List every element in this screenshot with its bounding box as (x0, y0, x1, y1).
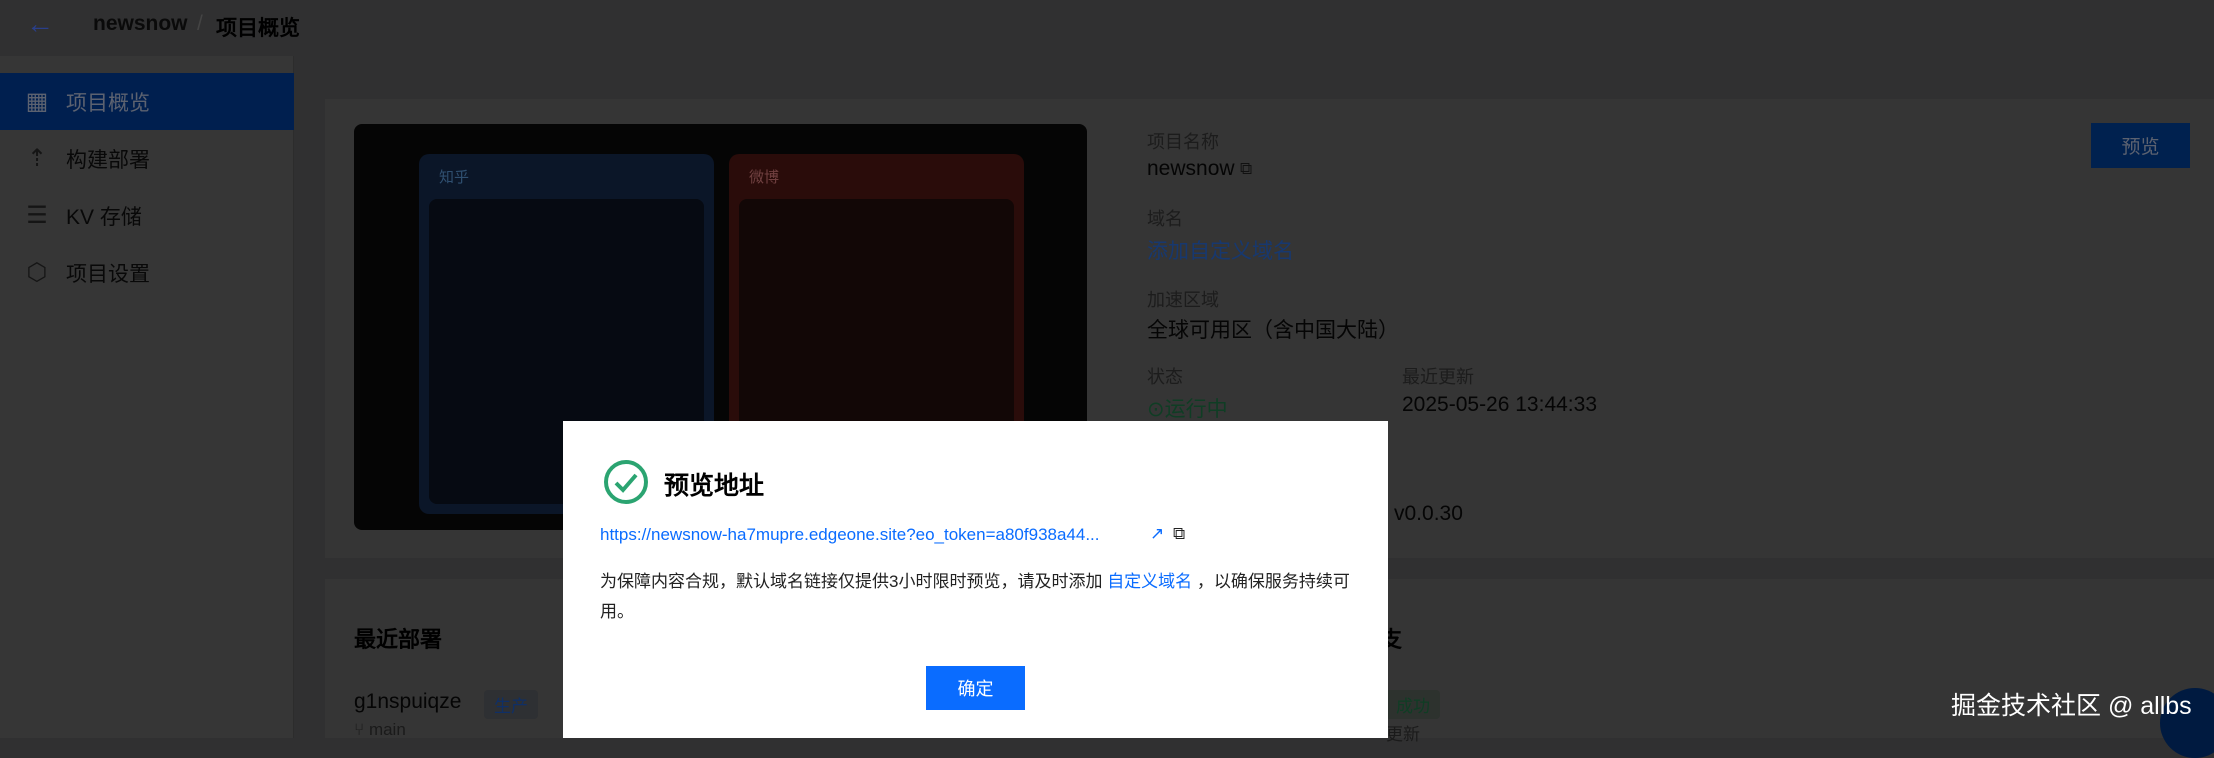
updated-label: 最近更新 (1402, 367, 1474, 387)
upload-icon: ⇡ (26, 145, 48, 172)
version-value: v0.0.30 (1394, 502, 1463, 525)
sidebar: ▦ 项目概览 ⇡ 构建部署 ☰ KV 存储 ⬡ 项目设置 (0, 56, 294, 738)
sidebar-item-label: 项目设置 (66, 262, 150, 286)
sidebar-item-label: 构建部署 (66, 148, 150, 172)
branch-label: ⑂ main (354, 720, 406, 739)
settings-icon: ⬡ (26, 259, 48, 286)
thumb-label: 知乎 (439, 169, 470, 186)
sidebar-item-label: KV 存储 (66, 205, 142, 229)
custom-domain-link[interactable]: 自定义域名 (1107, 572, 1192, 591)
thumb-label: 微博 (749, 169, 780, 186)
sidebar-item-settings[interactable]: ⬡ 项目设置 (0, 244, 294, 301)
region-label: 加速区域 (1147, 290, 1219, 310)
domain-label: 域名 (1147, 209, 1183, 229)
status-value: ⊙运行中 (1147, 398, 1228, 421)
external-link-icon[interactable]: ↗ (1150, 524, 1164, 544)
recent-deploy-title: 最近部署 (354, 627, 443, 652)
dialog-message: 为保障内容合规，默认域名链接仅提供3小时限时预览，请及时添加 自定义域名 ，以确… (600, 572, 1350, 621)
preview-url-dialog: 预览地址 https://newsnow-ha7mupre.edgeone.si… (563, 421, 1388, 738)
preview-url-link[interactable]: https://newsnow-ha7mupre.edgeone.site?eo… (600, 525, 1100, 545)
dialog-title: 预览地址 (664, 472, 765, 500)
check-circle-icon: ⊙ (1147, 398, 1165, 421)
sidebar-item-kv-storage[interactable]: ☰ KV 存储 (0, 187, 294, 244)
confirm-button[interactable]: 确定 (926, 666, 1025, 710)
breadcrumb-separator: / (197, 12, 203, 35)
add-custom-domain-link[interactable]: 添加自定义域名 (1147, 235, 1294, 265)
breadcrumb-project[interactable]: newsnow (93, 12, 188, 36)
region-value: 全球可用区（含中国大陆） (1147, 319, 1399, 342)
updated-value: 2025-05-26 13:44:33 (1402, 393, 1597, 416)
top-header: ← newsnow / 项目概览 (0, 0, 2214, 56)
breadcrumb-current: 项目概览 (216, 17, 300, 40)
back-arrow-icon[interactable]: ← (26, 8, 54, 40)
project-name: newsnow (1147, 157, 1235, 180)
deploy-id[interactable]: g1nspuiqze (354, 690, 461, 714)
status-sub: 更新 (1386, 725, 1420, 744)
env-badge: 生产 (484, 690, 538, 719)
preview-button[interactable]: 预览 (2091, 123, 2190, 168)
copy-icon[interactable]: ⧉ (1240, 159, 1252, 179)
success-badge: 成功 (1386, 690, 1440, 719)
sidebar-item-label: 项目概览 (66, 91, 150, 115)
watermark: 掘金技术社区 @ allbs (1951, 692, 2192, 720)
success-check-icon (604, 460, 648, 504)
database-icon: ☰ (26, 202, 48, 229)
name-label: 项目名称 (1147, 132, 1219, 152)
copy-icon[interactable]: ⧉ (1173, 524, 1185, 544)
sidebar-item-overview[interactable]: ▦ 项目概览 (0, 73, 294, 130)
dashboard-icon: ▦ (25, 88, 49, 115)
sidebar-item-build-deploy[interactable]: ⇡ 构建部署 (0, 130, 294, 187)
status-label: 状态 (1147, 367, 1183, 387)
